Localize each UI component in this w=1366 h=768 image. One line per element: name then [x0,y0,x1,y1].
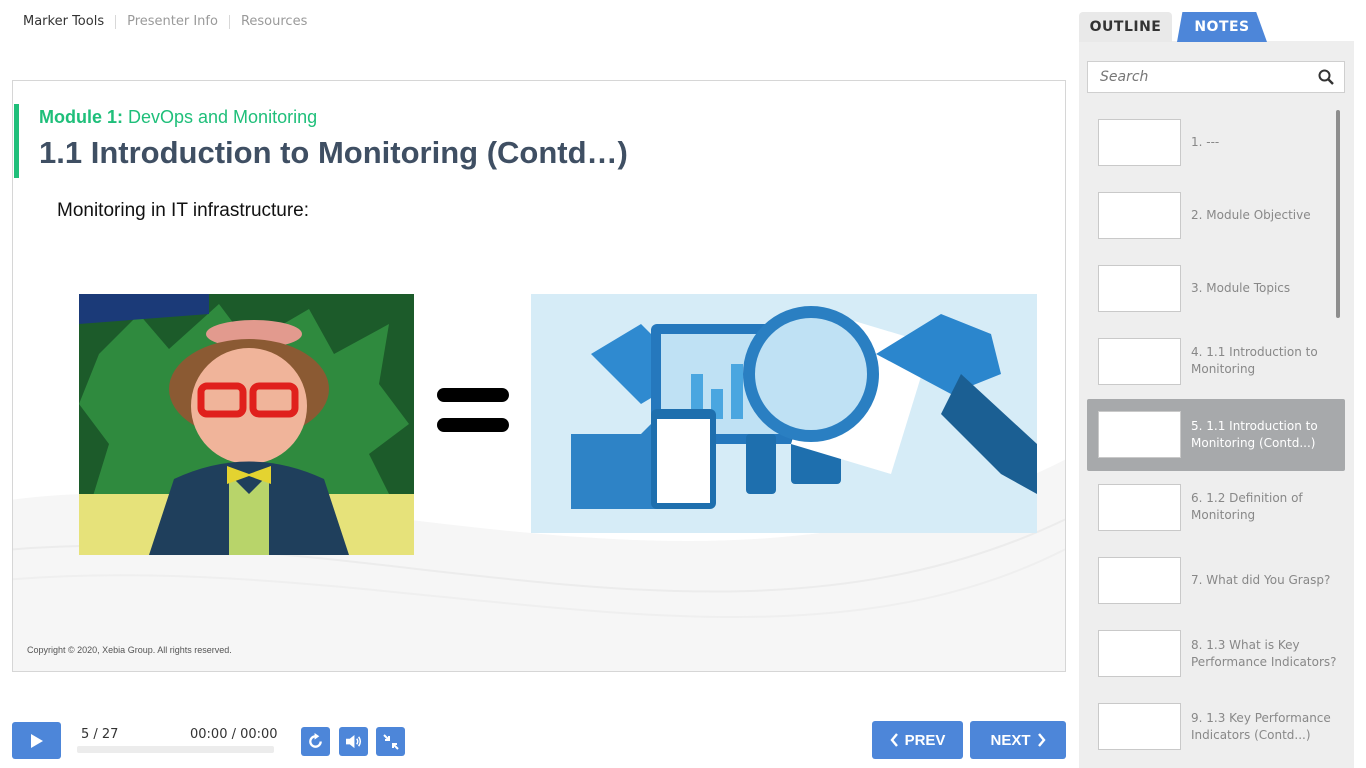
slide-thumbnail [1098,119,1181,166]
outline-item-2[interactable]: 2. Module Objective [1087,180,1345,252]
outline-item-7[interactable]: 7. What did You Grasp? [1087,545,1345,617]
title-accent-bar [14,104,19,178]
outline-item-label: 2. Module Objective [1191,208,1311,222]
slide-thumbnail [1098,192,1181,239]
outline-item-label: 7. What did You Grasp? [1191,573,1331,587]
outline-list: 1. --- 2. Module Objective 3. Module Top… [1087,107,1345,768]
outline-item-label: 9. 1.3 Key Performance Indicators (Contd… [1191,711,1331,742]
slide-subtitle: Monitoring in IT infrastructure: [57,200,310,221]
play-button[interactable] [12,722,61,759]
top-menu: Marker Tools Presenter Info Resources [12,12,318,32]
outline-item-label: 1. --- [1191,135,1220,149]
tab-notes[interactable]: NOTES [1177,12,1267,42]
play-icon [30,733,43,748]
outline-item-1[interactable]: 1. --- [1087,107,1345,179]
prev-label: PREV [904,731,946,749]
outline-item-8[interactable]: 8. 1.3 What is Key Performance Indicator… [1087,618,1345,690]
next-label: NEXT [990,731,1031,749]
slide-title: 1.1 Introduction to Monitoring (Contd…) [39,135,628,170]
outline-item-5[interactable]: 5. 1.1 Introduction to Monitoring (Contd… [1087,399,1345,471]
outline-item-4[interactable]: 4. 1.1 Introduction to Monitoring [1087,326,1345,398]
slide-thumbnail [1098,411,1181,458]
module-label: Module 1: DevOps and Monitoring [39,107,318,127]
replay-button[interactable] [301,727,330,756]
outline-item-label: 4. 1.1 Introduction to Monitoring [1191,345,1318,376]
marker-tools-link[interactable]: Marker Tools [12,15,115,29]
copyright-notice: Copyright © 2020, Xebia Group. All right… [27,645,232,655]
volume-icon [346,734,362,749]
slide-thumbnail [1098,703,1181,750]
chevron-right-icon [1037,733,1046,747]
progress-bar[interactable] [77,746,274,753]
chevron-left-icon [890,733,898,747]
prev-button[interactable]: PREV [872,721,963,759]
search-icon[interactable] [1318,69,1334,85]
volume-button[interactable] [339,727,368,756]
tab-outline[interactable]: OUTLINE [1079,12,1172,42]
slide-thumbnail [1098,338,1181,385]
outline-item-label: 5. 1.1 Introduction to Monitoring (Contd… [1191,419,1318,450]
outline-scrollbar[interactable] [1336,110,1340,318]
search-box [1087,61,1345,93]
outline-item-9[interactable]: 9. 1.3 Key Performance Indicators (Contd… [1087,691,1345,763]
doctor-checkup-illustration [79,294,414,555]
outline-item-label: 6. 1.2 Definition of Monitoring [1191,491,1303,522]
equals-icon [437,388,509,432]
outline-item-6[interactable]: 6. 1.2 Definition of Monitoring [1087,472,1345,544]
slide-thumbnail [1098,630,1181,677]
slide-thumbnail [1098,484,1181,531]
slide-canvas: Module 1: DevOps and Monitoring 1.1 Intr… [12,80,1066,672]
outline-item-label: 3. Module Topics [1191,281,1291,295]
monitoring-illustration [531,294,1037,533]
time-display: 00:00 / 00:00 [190,727,278,742]
slide-counter: 5 / 27 [81,727,119,742]
next-button[interactable]: NEXT [970,721,1066,759]
outline-item-3[interactable]: 3. Module Topics [1087,253,1345,325]
search-input[interactable] [1088,62,1308,92]
slide-thumbnail [1098,265,1181,312]
collapse-button[interactable] [376,727,405,756]
collapse-icon [382,733,399,750]
presenter-info-link[interactable]: Presenter Info [115,15,229,29]
slide-thumbnail [1098,557,1181,604]
outline-item-label: 8. 1.3 What is Key Performance Indicator… [1191,638,1337,669]
replay-icon [309,733,322,748]
resources-link[interactable]: Resources [228,15,318,29]
player-window: Marker Tools Presenter Info Resources Mo… [0,0,1366,768]
